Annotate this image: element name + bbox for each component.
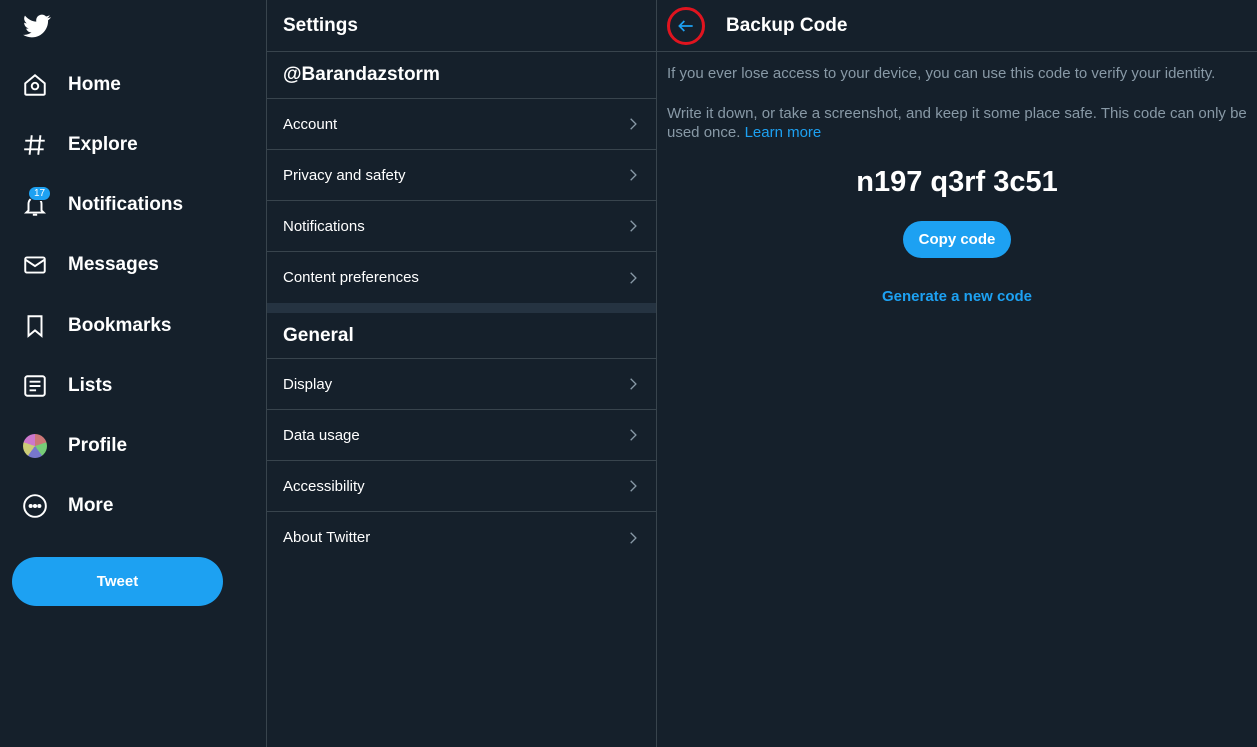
- row-label: Display: [283, 375, 333, 393]
- nav-messages-label: Messages: [68, 254, 159, 275]
- nav-bookmarks[interactable]: Bookmarks: [22, 306, 172, 346]
- description-text: If you ever lose access to your device, …: [667, 65, 1216, 82]
- arrow-left-icon: [678, 19, 693, 32]
- copy-code-button[interactable]: Copy code: [902, 221, 1012, 258]
- chevron-right-icon: [630, 378, 637, 390]
- nav-notifications[interactable]: 17 Notifications: [22, 185, 183, 225]
- chevron-right-icon: [630, 118, 637, 130]
- chevron-right-icon: [630, 220, 637, 232]
- backup-code-header: Backup Code: [657, 0, 1257, 52]
- nav-more-label: More: [68, 495, 114, 516]
- avatar-wrapper: [22, 433, 48, 459]
- row-label: Account: [283, 115, 338, 133]
- settings-row-about-twitter[interactable]: About Twitter: [267, 512, 656, 563]
- nav-lists-label: Lists: [68, 375, 113, 396]
- row-label: Data usage: [283, 426, 360, 444]
- chevron-right-icon: [630, 480, 637, 492]
- settings-title: Settings: [267, 0, 656, 52]
- nav-profile[interactable]: Profile: [22, 426, 127, 466]
- backup-code-panel: Backup Code If you ever lose access to y…: [657, 0, 1257, 747]
- settings-row-accessibility[interactable]: Accessibility: [267, 461, 656, 512]
- settings-row-content-preferences[interactable]: Content preferences: [267, 252, 656, 303]
- nav-more[interactable]: More: [22, 486, 113, 526]
- copy-wrapper: Copy code: [657, 221, 1257, 258]
- tweet-button[interactable]: Tweet: [12, 557, 223, 606]
- bell-icon: 17: [22, 186, 52, 218]
- nav-messages[interactable]: Messages: [22, 245, 159, 285]
- row-label: Accessibility: [283, 477, 365, 495]
- nav-explore[interactable]: Explore: [22, 125, 138, 165]
- nav-lists[interactable]: Lists: [22, 366, 112, 406]
- avatar: [23, 434, 47, 458]
- list-icon: [22, 373, 48, 399]
- row-label: Privacy and safety: [283, 166, 406, 184]
- learn-more-link[interactable]: Learn more: [745, 124, 822, 141]
- chevron-right-icon: [630, 271, 637, 284]
- settings-row-display[interactable]: Display: [267, 359, 656, 410]
- more-icon: [22, 493, 48, 519]
- home-icon: [22, 72, 48, 98]
- nav-bookmarks-label: Bookmarks: [68, 315, 172, 336]
- hashtag-icon: [22, 132, 48, 158]
- instruction-text: Write it down, or take a screenshot, and…: [657, 104, 1257, 142]
- nav-home-label: Home: [68, 74, 121, 95]
- settings-column: Settings @Barandazstorm Account Privacy …: [267, 0, 657, 747]
- nav-notifications-label: Notifications: [68, 194, 184, 215]
- section-divider: [267, 303, 656, 313]
- row-label: Content preferences: [283, 269, 419, 286]
- settings-row-data-usage[interactable]: Data usage: [267, 410, 656, 461]
- settings-row-account[interactable]: Account: [267, 99, 656, 150]
- row-label: Notifications: [283, 217, 365, 235]
- notification-count-badge: 17: [28, 186, 52, 201]
- backup-code-value: n197 q3rf 3c51: [856, 166, 1058, 198]
- settings-row-notifications[interactable]: Notifications: [267, 201, 656, 252]
- nav-explore-label: Explore: [68, 134, 138, 155]
- envelope-icon: [22, 252, 48, 278]
- bookmark-icon: [22, 313, 48, 339]
- nav-profile-label: Profile: [68, 435, 128, 456]
- row-label: About Twitter: [283, 529, 371, 546]
- account-handle: @Barandazstorm: [267, 52, 656, 99]
- chevron-right-icon: [630, 169, 637, 181]
- twitter-logo-icon[interactable]: [22, 12, 52, 40]
- back-button[interactable]: [667, 6, 705, 45]
- generate-new-code-label: Generate a new code: [881, 288, 1033, 305]
- settings-row-privacy-and-safety[interactable]: Privacy and safety: [267, 150, 656, 201]
- left-navigation: Home Explore 17 Notifications Messages B…: [0, 0, 267, 747]
- chevron-right-icon: [630, 531, 637, 544]
- generate-new-code-link[interactable]: Generate a new code: [657, 288, 1257, 305]
- chevron-right-icon: [630, 429, 637, 441]
- nav-home[interactable]: Home: [22, 65, 121, 105]
- general-section-title: General: [267, 313, 656, 359]
- page-title: Backup Code: [726, 14, 848, 36]
